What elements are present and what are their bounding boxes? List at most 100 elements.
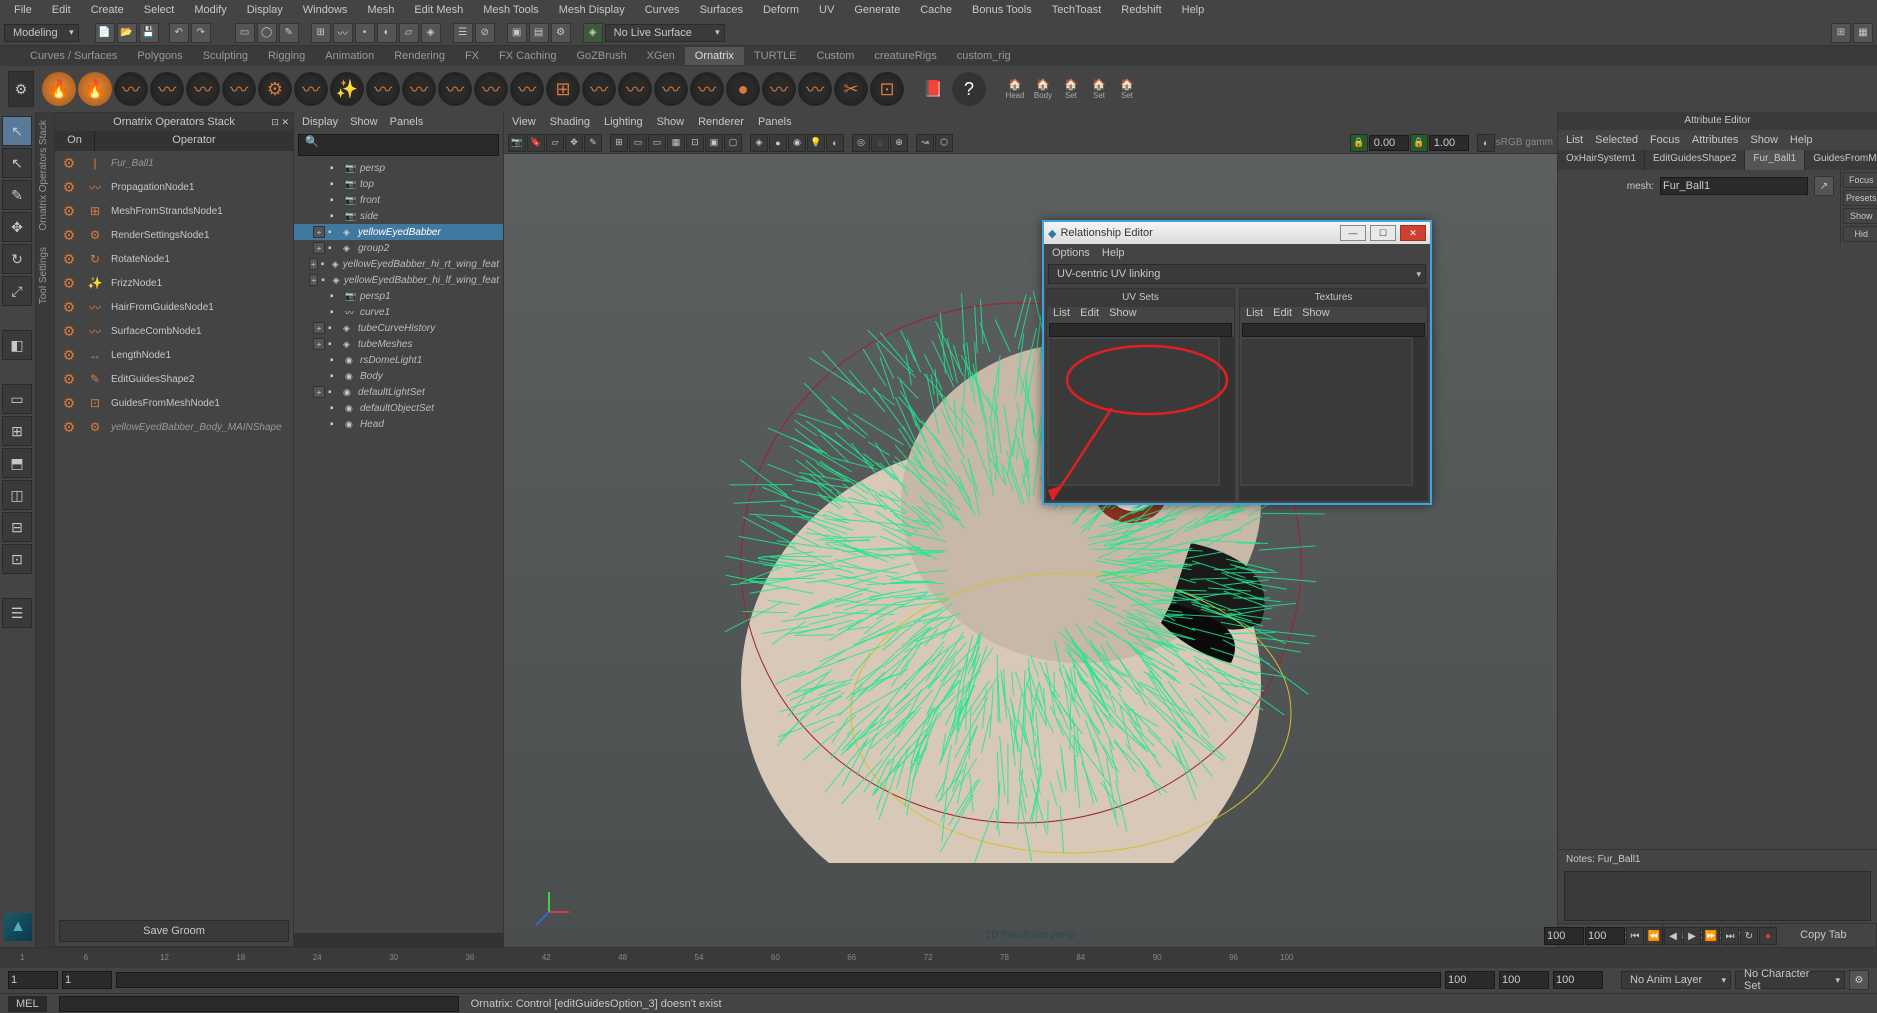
stack-row[interactable]: ⚙⚙yellowEyedBabber_Body_MAINShape — [55, 415, 293, 439]
workspace-icon[interactable]: ▦ — [1853, 23, 1873, 43]
vp-bookmark-icon[interactable]: 🔖 — [527, 134, 545, 152]
vp-menu-panels[interactable]: Panels — [758, 116, 792, 128]
shelf-hair-icon-4[interactable]: 〰 — [186, 72, 220, 106]
tree-row[interactable]: ▪◉rsDomeLight1 — [294, 352, 503, 368]
vp-gate-mask-icon[interactable]: ▦ — [667, 134, 685, 152]
save-groom-button[interactable]: Save Groom — [59, 920, 289, 942]
mel-label[interactable]: MEL — [8, 996, 47, 1012]
go-end-button[interactable]: ⏭ — [1721, 927, 1739, 945]
shelf-tab-turtle[interactable]: TURTLE — [744, 47, 807, 65]
layout-four[interactable]: ⊞ — [2, 416, 32, 446]
shelf-help-icon[interactable]: ? — [952, 72, 986, 106]
tree-row[interactable]: ▪📷side — [294, 208, 503, 224]
menu-mesh-tools[interactable]: Mesh Tools — [473, 1, 548, 19]
snap-plane-icon[interactable]: ▱ — [399, 23, 419, 43]
shelf-hair-icon-11[interactable]: 〰 — [438, 72, 472, 106]
tree-row[interactable]: ▪◉defaultObjectSet — [294, 400, 503, 416]
shelf-hair-icon-20[interactable]: 〰 — [762, 72, 796, 106]
stack-row[interactable]: ⚙↻RotateNode1 — [55, 247, 293, 271]
rotate-tool[interactable]: ↻ — [2, 244, 32, 274]
menu-techtoast[interactable]: TechToast — [1042, 1, 1112, 19]
vp-textured-icon[interactable]: ◉ — [788, 134, 806, 152]
uv-sets-scrollbar-h[interactable] — [1047, 486, 1234, 500]
shelf-hair-icon-22[interactable]: ✂ — [834, 72, 868, 106]
shelf-hair-icon-2[interactable]: 〰 — [114, 72, 148, 106]
shelf-hair-icon-1[interactable]: 🔥 — [78, 72, 112, 106]
shelf-hair-icon-9[interactable]: 〰 — [366, 72, 400, 106]
anim-prefs-icon[interactable]: ⚙ — [1849, 970, 1869, 990]
shelf-tab-fx-caching[interactable]: FX Caching — [489, 47, 566, 65]
vp-xray-icon[interactable]: ◌ — [871, 134, 889, 152]
attr-menu-help[interactable]: Help — [1790, 134, 1813, 146]
tree-row[interactable]: ▪📷front — [294, 192, 503, 208]
history-icon[interactable]: ☰ — [453, 23, 473, 43]
vp-exposure-lock-icon[interactable]: 🔒 — [1350, 134, 1368, 152]
shelf-editor-icon[interactable]: ⚙ — [8, 71, 34, 107]
layout-three[interactable]: ⊟ — [2, 512, 32, 542]
relationship-editor-window[interactable]: ◆ Relationship Editor — ☐ ✕ OptionsHelp … — [1042, 220, 1432, 505]
shelf-tab-ornatrix[interactable]: Ornatrix — [685, 47, 744, 65]
outliner-menu-show[interactable]: Show — [350, 116, 378, 128]
maya-logo-icon[interactable]: ▲ — [4, 913, 32, 941]
attr-mesh-nav-icon[interactable]: ↗ — [1814, 176, 1834, 196]
vp-grease-icon[interactable]: ✎ — [584, 134, 602, 152]
attr-btn-copy-tab[interactable]: Copy Tab — [1771, 924, 1877, 947]
paint-select-tool[interactable]: ✎ — [2, 180, 32, 210]
uv-sets-scrollbar-v[interactable] — [1220, 337, 1234, 486]
menu-bonus-tools[interactable]: Bonus Tools — [962, 1, 1042, 19]
undo-icon[interactable]: ↶ — [169, 23, 189, 43]
vp-wireframe-icon[interactable]: ◈ — [750, 134, 768, 152]
vp-smooth-icon[interactable]: ● — [769, 134, 787, 152]
menu-windows[interactable]: Windows — [293, 1, 358, 19]
snap-curve-icon[interactable]: 〰 — [333, 23, 353, 43]
uv-menu-list[interactable]: List — [1053, 307, 1070, 323]
step-back-button[interactable]: ⏪ — [1645, 927, 1663, 945]
tree-row[interactable]: ▪◉Body — [294, 368, 503, 384]
stack-row[interactable]: ⚙〰SurfaceCombNode1 — [55, 319, 293, 343]
vp-film-gate-icon[interactable]: ▭ — [629, 134, 647, 152]
menu-uv[interactable]: UV — [809, 1, 844, 19]
minimize-button[interactable]: — — [1340, 225, 1366, 241]
vp-menu-show[interactable]: Show — [657, 116, 685, 128]
menu-cache[interactable]: Cache — [910, 1, 962, 19]
menu-mesh-display[interactable]: Mesh Display — [549, 1, 635, 19]
vp-xray-joints-icon[interactable]: ⊕ — [890, 134, 908, 152]
menu-deform[interactable]: Deform — [753, 1, 809, 19]
ipr-icon[interactable]: ▤ — [529, 23, 549, 43]
new-scene-icon[interactable]: 📄 — [95, 23, 115, 43]
rel-titlebar[interactable]: ◆ Relationship Editor — ☐ ✕ — [1044, 222, 1430, 244]
shelf-tab-rigging[interactable]: Rigging — [258, 47, 315, 65]
snap-live-icon[interactable]: ◈ — [421, 23, 441, 43]
tree-row[interactable]: +▪◉defaultLightSet — [294, 384, 503, 400]
home-head[interactable]: 🏠Head — [1002, 72, 1028, 106]
attr-tab-editguidesshape2[interactable]: EditGuidesShape2 — [1645, 150, 1745, 170]
play-fwd-button[interactable]: ▶ — [1683, 927, 1701, 945]
current-frame-field[interactable] — [1553, 971, 1603, 989]
menu-select[interactable]: Select — [134, 1, 185, 19]
play-back-button[interactable]: ◀ — [1664, 927, 1682, 945]
timeline-ruler[interactable]: 16121824303642485460667278849096100 — [0, 948, 1877, 968]
playback-start-field[interactable] — [62, 971, 112, 989]
menu-file[interactable]: File — [4, 1, 42, 19]
vp-menu-lighting[interactable]: Lighting — [604, 116, 643, 128]
ornatrix-stack-tab[interactable]: Ornatrix Operators Stack — [36, 112, 54, 239]
attr-side-show[interactable]: Show — [1843, 208, 1877, 224]
vp-select-cam-icon[interactable]: 📷 — [508, 134, 526, 152]
tree-row[interactable]: ▪◉Head — [294, 416, 503, 432]
anim-layer-dropdown[interactable]: No Anim Layer — [1621, 971, 1731, 989]
vp-motion-trail-icon[interactable]: ↝ — [916, 134, 934, 152]
shelf-tab-curves---surfaces[interactable]: Curves / Surfaces — [20, 47, 127, 65]
attr-tab-oxhairsystem1[interactable]: OxHairSystem1 — [1558, 150, 1645, 170]
live-surface-dropdown[interactable]: No Live Surface — [605, 24, 725, 42]
shelf-tab-rendering[interactable]: Rendering — [384, 47, 455, 65]
tree-row[interactable]: +▪◈yellowEyedBabber — [294, 224, 503, 240]
vp-image-plane-icon[interactable]: ▱ — [546, 134, 564, 152]
outliner-menu-display[interactable]: Display — [302, 116, 338, 128]
uv-menu-edit[interactable]: Edit — [1080, 307, 1099, 323]
layout-single[interactable]: ▭ — [2, 384, 32, 414]
vp-grid-icon[interactable]: ⊞ — [610, 134, 628, 152]
character-set-dropdown[interactable]: No Character Set — [1735, 971, 1845, 989]
rel-mode-dropdown[interactable]: UV-centric UV linking — [1048, 264, 1426, 284]
attr-side-focus[interactable]: Focus — [1843, 172, 1877, 188]
menu-edit[interactable]: Edit — [42, 1, 81, 19]
